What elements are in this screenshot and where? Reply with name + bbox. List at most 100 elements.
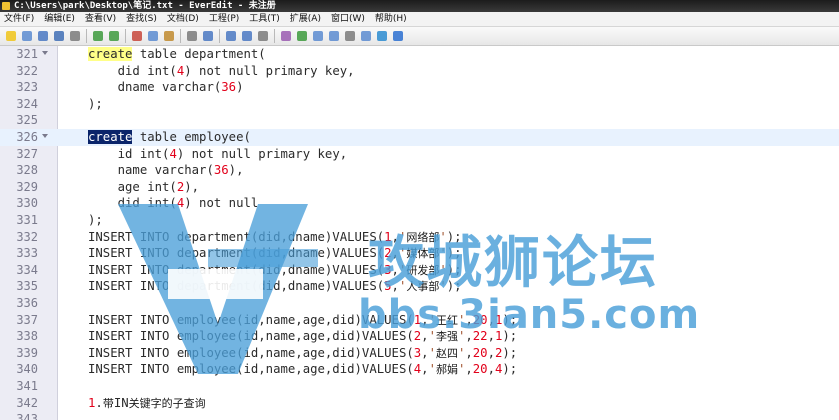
find-icon[interactable]: [201, 29, 215, 43]
line-number: 329: [16, 179, 38, 194]
code-text: dname varchar(36): [88, 80, 244, 95]
line-number: 333: [16, 246, 38, 261]
menu-item[interactable]: 窗口(W): [326, 12, 370, 26]
open-icon[interactable]: [20, 29, 34, 43]
code-text: INSERT INTO department(did,dname)VALUES(…: [88, 246, 462, 261]
save-icon[interactable]: [36, 29, 50, 43]
help-icon[interactable]: [391, 29, 405, 43]
redo-icon[interactable]: [107, 29, 121, 43]
toolbar-separator: [86, 29, 87, 43]
editor-line[interactable]: 331);: [0, 212, 839, 229]
format-icon[interactable]: [185, 29, 199, 43]
toolbar-separator: [274, 29, 275, 43]
editor-line[interactable]: 328 name varchar(36),: [0, 162, 839, 179]
editor-line[interactable]: 343: [0, 411, 839, 420]
cut-icon[interactable]: [130, 29, 144, 43]
toolbar: [0, 27, 839, 46]
line-number: 331: [16, 213, 38, 227]
menu-item[interactable]: 文件(F): [0, 12, 39, 26]
menu-item[interactable]: 查找(S): [121, 12, 162, 26]
code-text: INSERT INTO employee(id,name,age,did)VAL…: [88, 329, 518, 344]
line-number: 323: [16, 80, 38, 95]
code-text: );: [88, 96, 103, 111]
find-in-files-icon[interactable]: [240, 29, 254, 43]
code-text: );: [88, 213, 103, 227]
new-file-icon[interactable]: [4, 29, 18, 43]
editor-line[interactable]: 326 create table employee(: [0, 129, 839, 146]
line-number: 330: [16, 196, 38, 211]
line-number: 336: [16, 296, 38, 310]
line-number: 324: [16, 96, 38, 111]
save-all-icon[interactable]: [52, 29, 66, 43]
toolbar-separator: [180, 29, 181, 43]
menu-item[interactable]: 扩展(A): [285, 12, 326, 26]
line-number: 337: [16, 312, 38, 327]
window-title: C:\Users\park\Desktop\笔记.txt - EverEdit …: [14, 1, 276, 11]
line-number: 326: [16, 130, 38, 144]
macro-icon[interactable]: [279, 29, 293, 43]
line-number: 342: [16, 395, 38, 410]
editor-line[interactable]: 330 did int(4) not null: [0, 195, 839, 212]
editor-line[interactable]: 336: [0, 295, 839, 312]
paste-icon[interactable]: [162, 29, 176, 43]
undo-icon[interactable]: [91, 29, 105, 43]
editor-line[interactable]: 340 INSERT INTO employee(id,name,age,did)…: [0, 361, 839, 378]
code-text: 1.带IN关键字的子查询: [88, 395, 206, 410]
code-text: name varchar(36),: [88, 163, 244, 178]
toolbar-separator: [219, 29, 220, 43]
toolbar-separator: [125, 29, 126, 43]
code-text: INSERT INTO employee(id,name,age,did)VAL…: [88, 362, 518, 377]
print-icon[interactable]: [68, 29, 82, 43]
line-number: 340: [16, 362, 38, 377]
replace-icon[interactable]: [224, 29, 238, 43]
editor-line[interactable]: 337 INSERT INTO employee(id,name,age,did)…: [0, 312, 839, 329]
split-icon[interactable]: [343, 29, 357, 43]
menu-item[interactable]: 编辑(E): [39, 12, 80, 26]
code-text: create table department(: [88, 47, 266, 61]
menu-item[interactable]: 工具(T): [244, 12, 285, 26]
line-number: 334: [16, 262, 38, 277]
editor-line[interactable]: 335 INSERT INTO department(did,dname)VALU…: [0, 278, 839, 295]
editor-line[interactable]: 342 1.带IN关键字的子查询: [0, 395, 839, 412]
editor-line[interactable]: 324);: [0, 96, 839, 113]
editor[interactable]: 321 create table department(322 did int(4…: [0, 46, 839, 420]
code-text: INSERT INTO department(did,dname)VALUES(…: [88, 262, 462, 277]
fullscreen-icon[interactable]: [359, 29, 373, 43]
line-number: 335: [16, 279, 38, 294]
line-number: 343: [16, 412, 38, 420]
code-text: INSERT INTO employee(id,name,age,did)VAL…: [88, 345, 518, 360]
editor-line[interactable]: 338 INSERT INTO employee(id,name,age,did)…: [0, 328, 839, 345]
code-text: INSERT INTO department(did,dname)VALUES(…: [88, 279, 462, 294]
menu-item[interactable]: 工程(P): [204, 12, 244, 26]
editor-line[interactable]: 323 dname varchar(36): [0, 79, 839, 96]
fold-toggle-icon[interactable]: [42, 51, 48, 55]
run-icon[interactable]: [295, 29, 309, 43]
code-text: INSERT INTO department(did,dname)VALUES(…: [88, 229, 462, 244]
line-number: 332: [16, 229, 38, 244]
editor-line[interactable]: 333 INSERT INTO department(did,dname)VALU…: [0, 245, 839, 262]
line-number: 328: [16, 163, 38, 178]
editor-line[interactable]: 325: [0, 112, 839, 129]
code-text: create table employee(: [88, 130, 251, 144]
line-number: 341: [16, 379, 38, 393]
editor-line[interactable]: 322 did int(4) not null primary key,: [0, 63, 839, 80]
browser-icon[interactable]: [375, 29, 389, 43]
editor-line[interactable]: 321 create table department(: [0, 46, 839, 63]
code-text: INSERT INTO employee(id,name,age,did)VAL…: [88, 312, 518, 327]
menu-item[interactable]: 文档(D): [162, 12, 204, 26]
line-number: 327: [16, 146, 38, 161]
app-icon: [2, 2, 10, 10]
column-mode-icon[interactable]: [311, 29, 325, 43]
editor-line[interactable]: 339 INSERT INTO employee(id,name,age,did)…: [0, 345, 839, 362]
editor-line[interactable]: 334 INSERT INTO department(did,dname)VALU…: [0, 262, 839, 279]
menu-item[interactable]: 查看(V): [80, 12, 121, 26]
menu-item[interactable]: 帮助(H): [370, 12, 412, 26]
editor-line[interactable]: 329 age int(2),: [0, 179, 839, 196]
editor-line[interactable]: 332 INSERT INTO department(did,dname)VALU…: [0, 229, 839, 246]
copy-icon[interactable]: [146, 29, 160, 43]
editor-line[interactable]: 327 id int(4) not null primary key,: [0, 146, 839, 163]
settings-icon[interactable]: [256, 29, 270, 43]
fold-toggle-icon[interactable]: [42, 134, 48, 138]
editor-line[interactable]: 341: [0, 378, 839, 395]
word-wrap-icon[interactable]: [327, 29, 341, 43]
